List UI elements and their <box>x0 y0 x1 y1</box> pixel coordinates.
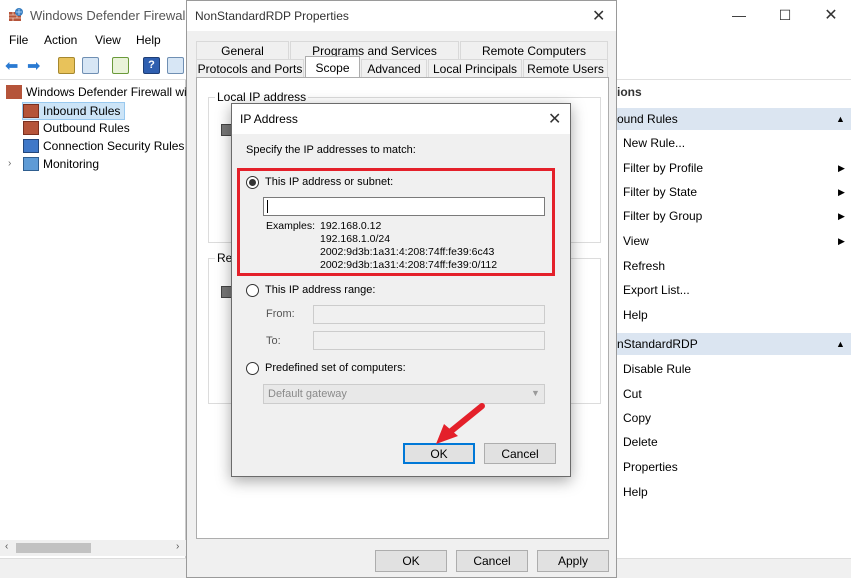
highlight-annotation-box <box>237 168 555 276</box>
action-item[interactable]: Filter by Profile <box>623 161 703 175</box>
from-label: From: <box>266 308 295 320</box>
action-item[interactable]: Filter by Group <box>623 209 702 223</box>
predefined-computers-select[interactable]: Default gateway <box>263 384 545 404</box>
properties-apply-button[interactable]: Apply <box>537 550 609 572</box>
tab-scope[interactable]: Scope <box>305 56 360 78</box>
tab-local-principals[interactable]: Local Principals <box>428 59 522 77</box>
tree-item-inbound-rules[interactable]: Inbound Rules <box>22 102 125 120</box>
action-item[interactable]: Disable Rule <box>623 362 691 376</box>
tab-protocols-and-ports[interactable]: Protocols and Ports <box>196 59 304 77</box>
action-item[interactable]: Refresh <box>623 259 665 273</box>
collapse-icon[interactable]: ▲ <box>836 114 845 124</box>
section-title: nStandardRDP <box>617 337 698 351</box>
action-item[interactable]: Help <box>623 308 648 322</box>
menu-view[interactable]: View <box>95 33 121 47</box>
collapse-icon[interactable]: ▲ <box>836 339 845 349</box>
menu-file[interactable]: File <box>9 33 28 47</box>
chevron-down-icon: ▼ <box>531 388 540 398</box>
local-ip-group-label: Local IP address <box>215 90 309 104</box>
tree-root[interactable]: Windows Defender Firewall wit <box>6 85 190 99</box>
tab-remote-users[interactable]: Remote Users <box>523 59 608 77</box>
outbound-rules-icon <box>23 121 39 135</box>
monitoring-icon <box>23 157 39 171</box>
action-item[interactable]: Help <box>623 485 648 499</box>
connection-security-icon <box>23 139 39 153</box>
up-folder-icon[interactable] <box>58 57 75 74</box>
menu-action[interactable]: Action <box>44 33 77 47</box>
menu-help[interactable]: Help <box>136 33 161 47</box>
properties-ok-button[interactable]: OK <box>375 550 447 572</box>
actions-section-rule[interactable]: nStandardRDP ▲ <box>617 333 851 355</box>
ip-dialog-close-icon[interactable]: ✕ <box>548 109 561 129</box>
export-icon[interactable] <box>112 57 129 74</box>
back-arrow-icon[interactable]: ⬅ <box>5 56 18 76</box>
action-item[interactable]: Filter by State <box>623 185 697 199</box>
properties-close-icon[interactable]: ✕ <box>592 6 605 26</box>
tree-item-connection-security-rules[interactable]: Connection Security Rules <box>23 139 184 153</box>
inbound-rules-icon <box>23 104 39 118</box>
tree-item-label: Inbound Rules <box>43 104 121 118</box>
action-item[interactable]: Cut <box>623 387 642 401</box>
minimize-button[interactable]: — <box>716 0 762 30</box>
tab-general[interactable]: General <box>196 41 289 59</box>
red-arrow-icon <box>436 403 485 444</box>
help-icon[interactable]: ? <box>143 57 160 74</box>
expand-chevron-icon[interactable]: › <box>8 158 11 169</box>
scrollbar-thumb[interactable] <box>16 543 91 553</box>
tree-item-label: Connection Security Rules <box>43 139 185 153</box>
radio-predefined-label[interactable]: Predefined set of computers: <box>265 362 406 374</box>
ip-dialog-title: IP Address <box>240 112 298 126</box>
radio-range-label[interactable]: This IP address range: <box>265 284 375 296</box>
actions-pane <box>617 80 851 578</box>
actions-section-inbound-rules[interactable]: ound Rules ▲ <box>617 108 851 130</box>
tab-advanced[interactable]: Advanced <box>361 59 427 77</box>
action-item[interactable]: Copy <box>623 411 651 425</box>
properties-dialog-title: NonStandardRDP Properties <box>195 9 349 23</box>
tree-item-monitoring[interactable]: Monitoring <box>23 157 99 171</box>
submenu-arrow-icon: ▶ <box>838 211 845 221</box>
action-item[interactable]: Delete <box>623 435 658 449</box>
action-item[interactable]: Export List... <box>623 283 690 297</box>
range-from-input[interactable] <box>313 305 545 324</box>
action-item[interactable]: Properties <box>623 460 678 474</box>
maximize-button[interactable]: ☐ <box>762 0 808 30</box>
ip-instruction: Specify the IP addresses to match: <box>246 144 416 156</box>
tree-item-outbound-rules[interactable]: Outbound Rules <box>23 121 130 135</box>
tree-item-label: Outbound Rules <box>43 121 130 135</box>
close-button[interactable]: ✕ <box>808 0 851 30</box>
properties-cancel-button[interactable]: Cancel <box>456 550 528 572</box>
scroll-right-icon[interactable]: › <box>176 541 179 552</box>
radio-range[interactable] <box>246 284 259 297</box>
radio-predefined[interactable] <box>246 362 259 375</box>
to-label: To: <box>266 335 281 347</box>
ip-cancel-button[interactable]: Cancel <box>484 443 556 464</box>
tree-root-label: Windows Defender Firewall wit <box>26 85 191 99</box>
scroll-left-icon[interactable]: ‹ <box>5 541 8 552</box>
range-to-input[interactable] <box>313 331 545 350</box>
firewall-icon <box>6 85 22 99</box>
actions-pane-title: ions <box>617 85 642 99</box>
main-window-title: Windows Defender Firewall wi <box>30 8 205 23</box>
submenu-arrow-icon: ▶ <box>838 187 845 197</box>
firewall-app-icon <box>9 8 23 21</box>
show-hide-tree-icon[interactable] <box>82 57 99 74</box>
section-title: ound Rules <box>617 112 678 126</box>
tree-item-label: Monitoring <box>43 157 100 171</box>
show-hide-action-pane-icon[interactable] <box>167 57 184 74</box>
tab-remote-computers[interactable]: Remote Computers <box>460 41 608 59</box>
action-item[interactable]: View <box>623 234 649 248</box>
forward-arrow-icon[interactable]: ➡ <box>27 56 40 76</box>
submenu-arrow-icon: ▶ <box>838 236 845 246</box>
action-item[interactable]: New Rule... <box>623 136 685 150</box>
submenu-arrow-icon: ▶ <box>838 163 845 173</box>
